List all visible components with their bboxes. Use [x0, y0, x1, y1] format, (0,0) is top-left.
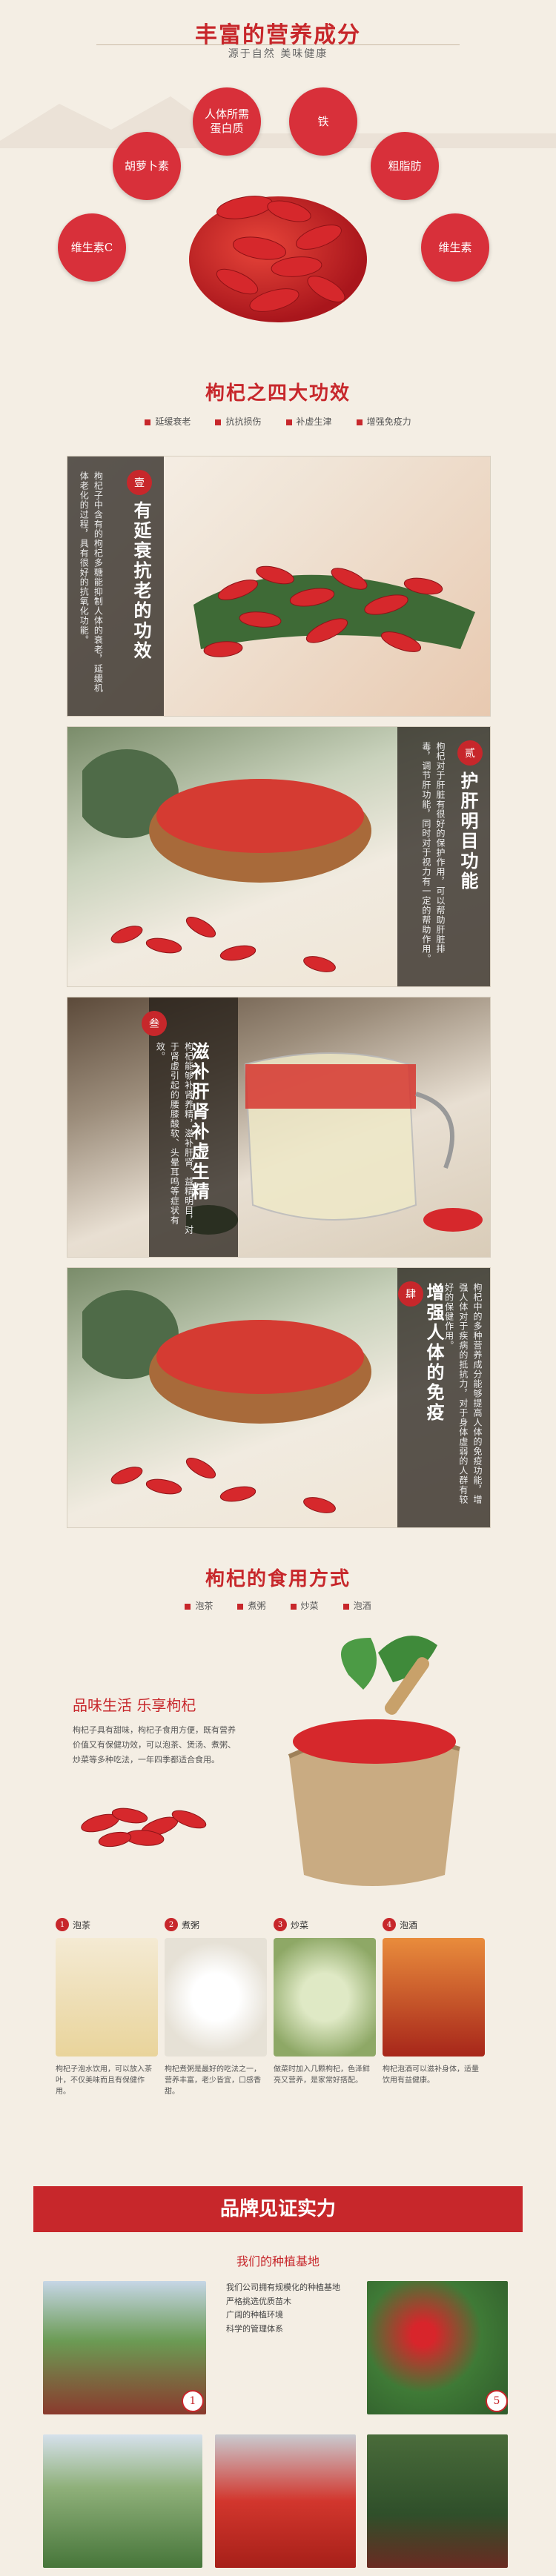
brand-point: 我们公司拥有规模化的种植基地: [226, 2283, 340, 2292]
effect-number-badge: 肆: [398, 1281, 423, 1307]
nutrient-label: 人体所需 蛋白质: [204, 107, 249, 135]
step-desc: 枸杞子泡水饮用，可以放入茶叶，不仅美味而且有保健作用。: [56, 2065, 152, 2096]
brand-section: 品牌见证实力 我们的种植基地 1 我们公司拥有规模化的种植基地 严格挑选优质苗木…: [0, 2186, 556, 2576]
step-desc: 枸杞泡酒可以滋补身体，适量饮用有益健康。: [383, 2065, 479, 2085]
bowl-goji-icon: [82, 1290, 371, 1513]
effect-tag: 增强免疫力: [357, 415, 411, 428]
step-desc: 做菜时加入几颗枸杞，色泽鲜亮又营养，是家常好搭配。: [274, 2065, 370, 2085]
brand-point: 科学的管理体系: [226, 2324, 283, 2334]
step-image-wine: [383, 1938, 485, 2057]
effect-body: 枸杞中的多种营养成分能够提高人体的免疫功能，增强人体对于疾病的抵抗力，对于身体虚…: [443, 1283, 483, 1504]
step-number-badge: 1: [56, 1918, 69, 1931]
effect-title: 有延衰抗老的功效: [130, 501, 152, 661]
goji-scatter-icon: [81, 1807, 207, 1848]
step-number-badge: 4: [383, 1918, 396, 1931]
effect-number-badge: 贰: [457, 740, 483, 766]
step-number: 1: [59, 1920, 65, 1929]
base-photo-2: [43, 2434, 202, 2568]
step-name: 炒菜: [291, 1920, 309, 1931]
step-number: 4: [386, 1920, 392, 1929]
base-photo-3: [215, 2434, 356, 2568]
effect-number: 壹: [134, 477, 145, 489]
step-name: 泡茶: [73, 1920, 91, 1931]
nutrient-label: 粗脂肪: [388, 159, 422, 173]
step-desc: 枸杞煮粥是最好的吃法之一，营养丰富，老少皆宜，口感香甜。: [165, 2065, 261, 2096]
goji-pile-icon: [193, 565, 475, 657]
effect-number: 肆: [406, 1289, 416, 1301]
nutrition-subtitle-text: 源于自然 美味健康: [228, 48, 328, 60]
nutrient-circle-6: 维生素: [421, 213, 489, 282]
step-number: 3: [277, 1920, 283, 1929]
effect-tag: 抗抗损伤: [215, 415, 261, 428]
effect-body: 枸杞对于肝脏有很好的保护作用，可以帮助肝脏排毒，调节肝功能，同时对于视力有一定的…: [420, 742, 446, 963]
effect-body: 枸杞能够补肾养精，滋补肝肾、益精明目，对于肾虚引起的腰膝酸软、头晕耳鸣等症状有效…: [155, 1042, 194, 1235]
usage-tag: 煮粥: [237, 1599, 265, 1612]
base-photo-number: 5: [486, 2390, 508, 2412]
effect-body: 枸杞子中含有的枸杞多糖能抑制人体的衰老，延缓机体老化的过程，具有很好的抗氧化功能…: [79, 471, 104, 693]
usage-title: 枸杞的食用方式: [0, 1564, 556, 1591]
step-image-stir-fry: [274, 1938, 376, 2057]
base-title: 我们的种植基地: [0, 2251, 556, 2269]
nutrition-subtitle: 源于自然 美味健康: [0, 46, 556, 61]
usage-tag: 泡茶: [185, 1599, 213, 1612]
base-photo-1: [43, 2281, 206, 2414]
divider: [96, 44, 460, 45]
effect-number: 贰: [465, 748, 475, 760]
base-photo-number: 1: [182, 2390, 204, 2412]
usage-tags: 泡茶 煮粥 炒菜 泡酒: [0, 1598, 556, 1612]
usage-tag: 炒菜: [291, 1599, 319, 1612]
brand-title: 品牌见证实力: [219, 2198, 336, 2220]
step-image-tea: [56, 1938, 158, 2057]
effect-panel-3: 叁 滋补肝肾补虚生精 枸杞能够补肾养精，滋补肝肾、益精明目，对于肾虚引起的腰膝酸…: [67, 997, 491, 1258]
base-photo-4: [367, 2434, 508, 2568]
step-name: 泡酒: [400, 1920, 418, 1931]
effect-title: 护肝明目功能: [457, 771, 479, 892]
nutrient-circle-2: 人体所需 蛋白质: [193, 87, 261, 156]
nutrient-label: 胡萝卜素: [124, 159, 169, 173]
nutrient-circle-3: 铁: [289, 87, 357, 156]
effect-tag: 延缓衰老: [145, 415, 191, 428]
step-number: 2: [168, 1920, 174, 1929]
effects-tags: 延缓衰老 抗抗损伤 补虚生津 增强免疫力: [0, 414, 556, 428]
nutrition-section: 丰富的营养成分 源于自然 美味健康 胡萝卜素 人体所需 蛋白质 铁 粗脂肪 维生…: [0, 0, 556, 393]
effects-title: 枸杞之四大功效: [0, 378, 556, 405]
effect-number-badge: 壹: [127, 470, 152, 495]
effects-section: 枸杞之四大功效 延缓衰老 抗抗损伤 补虚生津 增强免疫力 壹 有延衰抗老的功效 …: [0, 378, 556, 1528]
effect-panel-2: 贰 护肝明目功能 枸杞对于肝脏有很好的保护作用，可以帮助肝脏排毒，调节肝功能，同…: [67, 726, 491, 987]
base-title-text: 我们的种植基地: [236, 2254, 320, 2268]
effect-panel-4: 肆 增强人体的免疫 枸杞中的多种营养成分能够提高人体的免疫功能，增强人体对于疾病…: [67, 1267, 491, 1528]
step-number-badge: 3: [274, 1918, 287, 1931]
brand-point: 严格挑选优质苗木: [226, 2296, 291, 2306]
page: 丰富的营养成分 源于自然 美味健康 胡萝卜素 人体所需 蛋白质 铁 粗脂肪 维生…: [0, 0, 556, 2576]
usage-slogan: 品味生活 乐享枸杞: [73, 1696, 196, 1714]
usage-title-text: 枸杞的食用方式: [205, 1568, 351, 1590]
brand-banner: 品牌见证实力: [33, 2186, 523, 2232]
usage-intro: 枸杞子具有甜味，枸杞子食用方便，既有营养价值又有保健功效，可以泡茶、煲汤、煮粥、…: [73, 1725, 236, 1765]
goji-berries-icon: [216, 196, 345, 312]
effect-number: 叁: [149, 1018, 159, 1030]
nutrient-label: 铁: [317, 114, 329, 128]
effects-title-text: 枸杞之四大功效: [205, 382, 351, 405]
usage-tag: 泡酒: [343, 1599, 371, 1612]
step-name: 煮粥: [182, 1920, 200, 1931]
effect-number-badge: 叁: [142, 1011, 167, 1036]
nutrient-circle-5: 维生素C: [58, 213, 126, 282]
brand-points: 我们公司拥有规模化的种植基地 严格挑选优质苗木 广阔的种植环境 科学的管理体系: [226, 2281, 360, 2337]
nutrient-label: 维生素C: [70, 240, 113, 254]
mountain-bg-icon: [0, 96, 556, 148]
effect-tag: 补虚生津: [286, 415, 332, 428]
usage-section: 枸杞的食用方式 泡茶 煮粥 炒菜 泡酒 品味生活 乐享枸杞 枸杞子具有甜味，枸杞…: [0, 1564, 556, 2179]
nutrient-label: 维生素: [438, 240, 472, 254]
nutrient-circle-1: 胡萝卜素: [113, 132, 181, 200]
brand-point: 广阔的种植环境: [226, 2310, 283, 2320]
step-number-badge: 2: [165, 1918, 178, 1931]
burlap-sack-icon: [288, 1636, 460, 1886]
nutrient-circle-4: 粗脂肪: [371, 132, 439, 200]
effect-panel-1: 壹 有延衰抗老的功效 枸杞子中含有的枸杞多糖能抑制人体的衰老，延缓机体老化的过程…: [67, 456, 491, 717]
bowl-goji-icon: [82, 749, 371, 972]
step-image-porridge: [165, 1938, 267, 2057]
